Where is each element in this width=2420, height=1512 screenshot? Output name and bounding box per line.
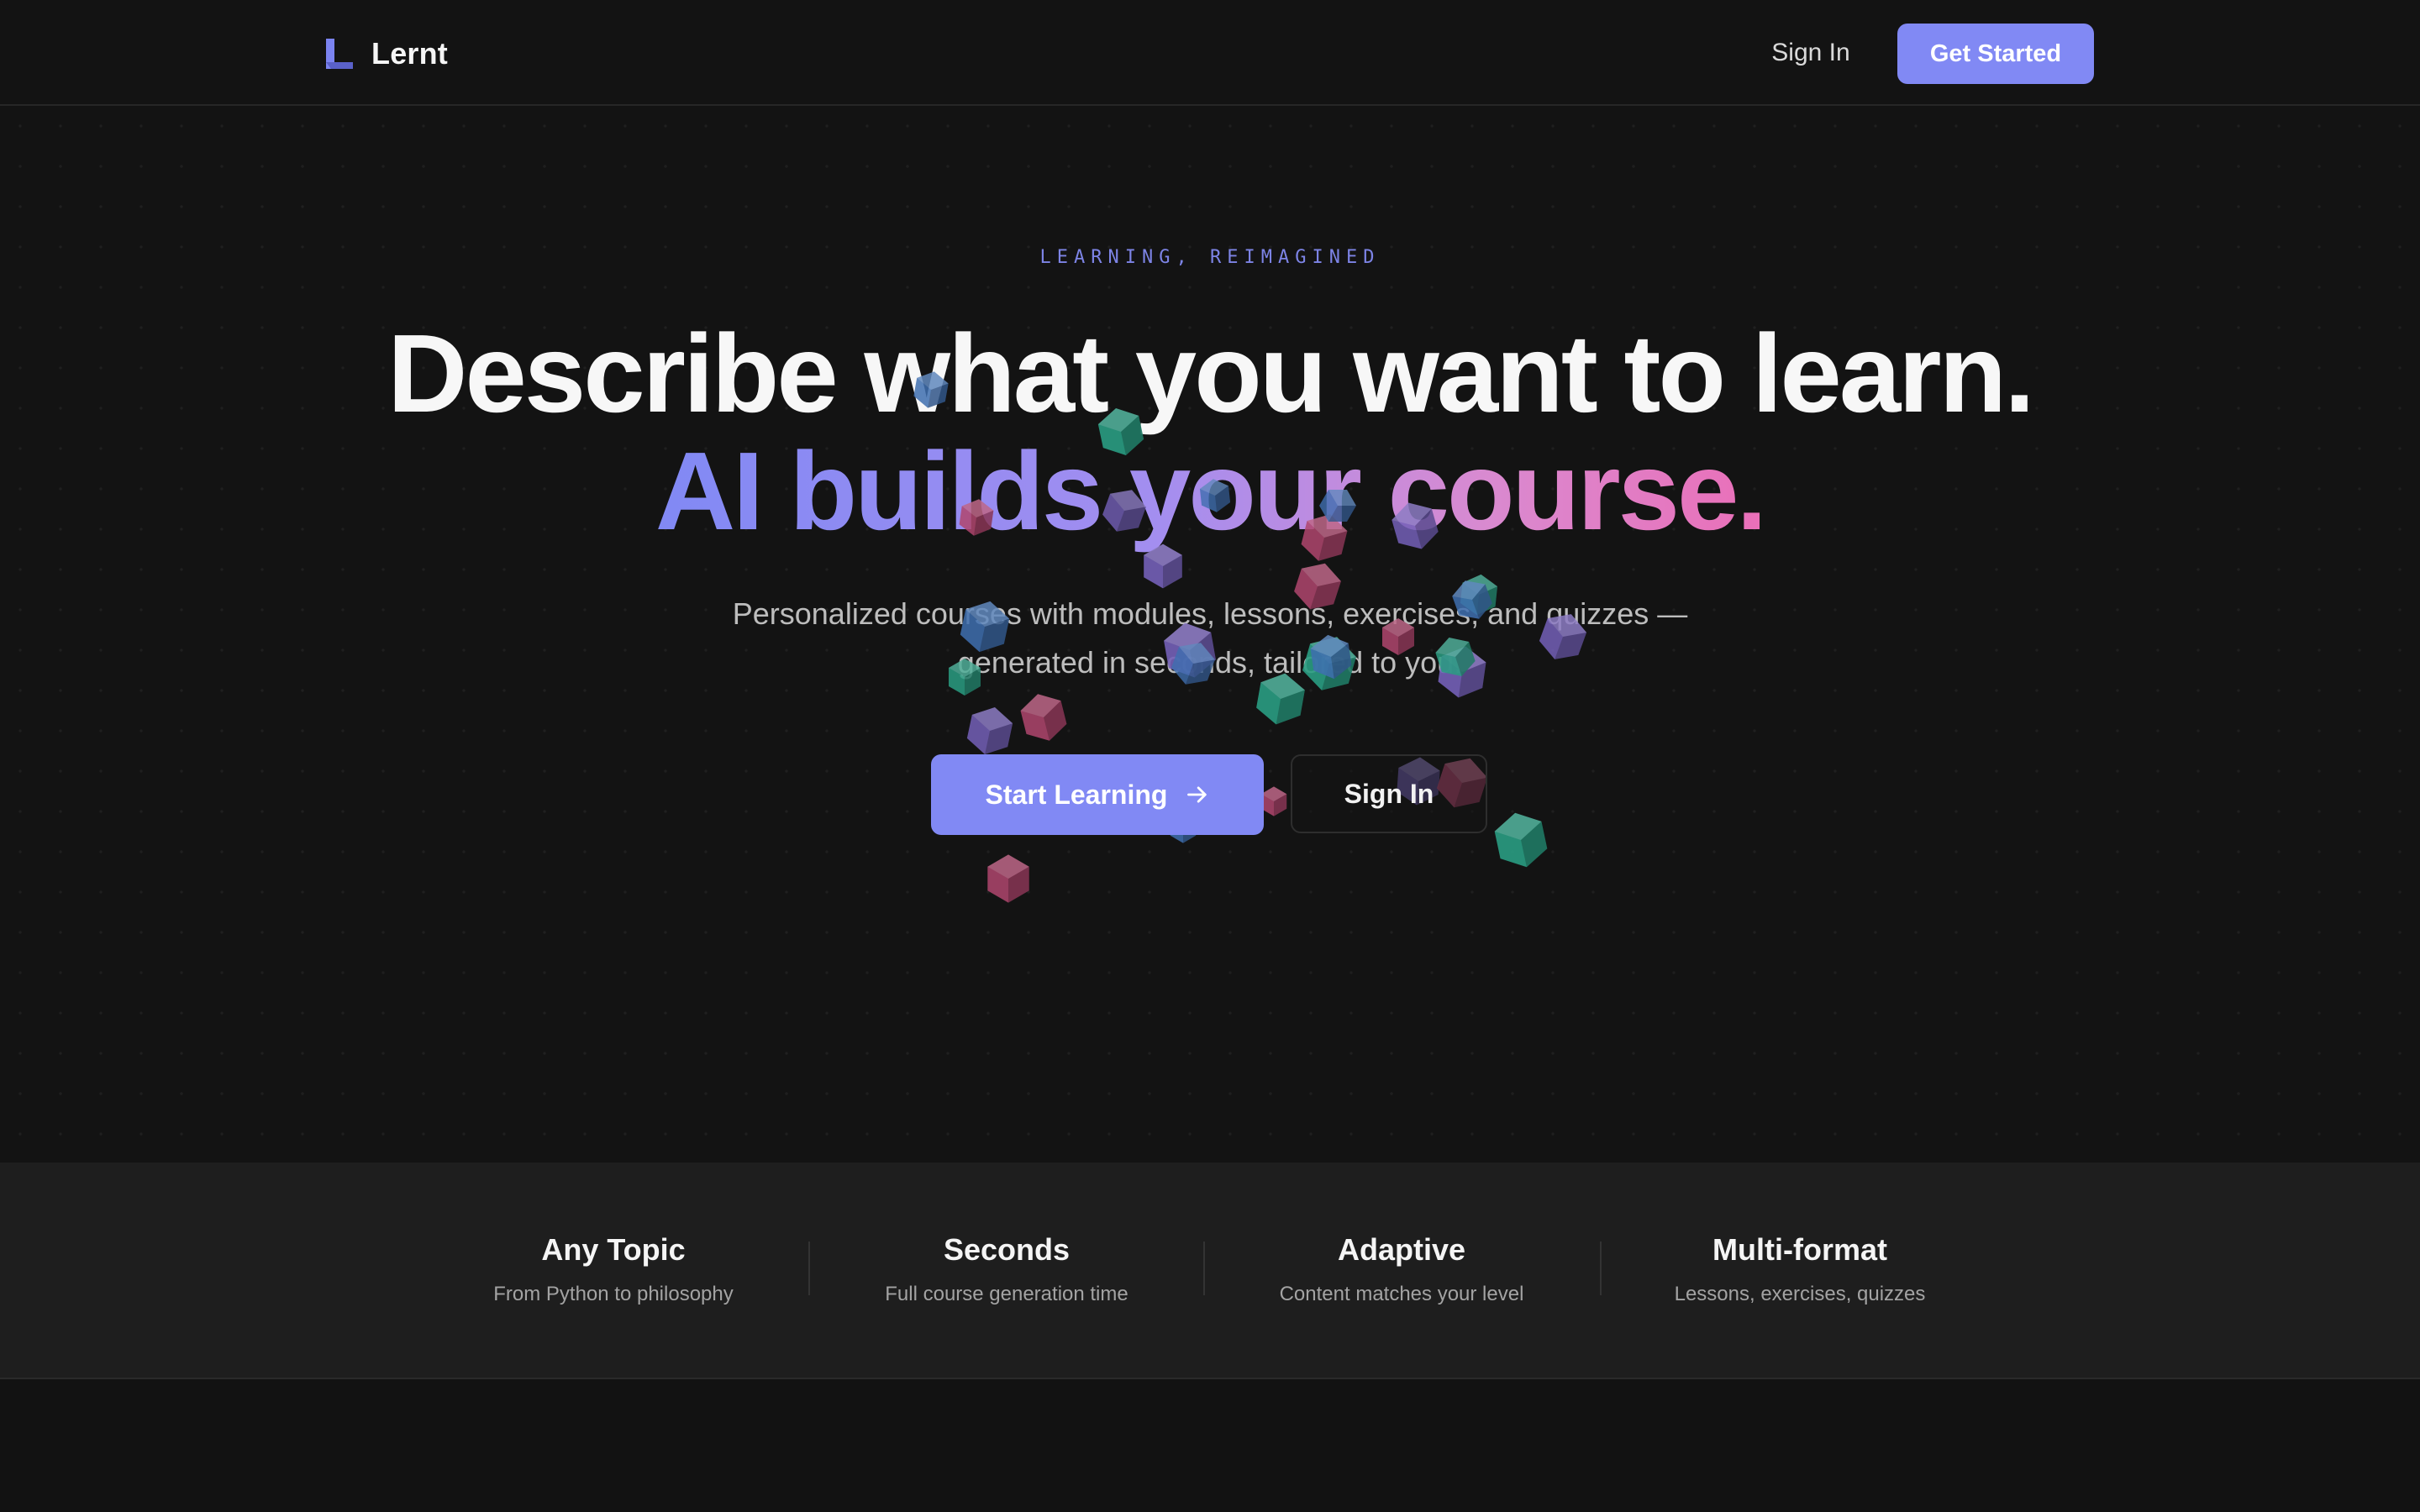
hero-subtitle-line2: generated in seconds, tailored to you. xyxy=(957,645,1463,680)
start-learning-button[interactable]: Start Learning xyxy=(931,754,1264,835)
floating-cube xyxy=(1018,689,1070,746)
floating-cube xyxy=(987,854,1029,903)
hero-headline-gradient: AI builds your course. xyxy=(0,428,2420,554)
stat-divider xyxy=(1600,1242,1602,1295)
get-started-button[interactable]: Get Started xyxy=(1897,24,2094,84)
hero-eyebrow: LEARNING, REIMAGINED xyxy=(1039,247,1381,268)
stat-description: Lessons, exercises, quizzes xyxy=(1674,1283,1926,1305)
stat-adaptive: Adaptive Content matches your level xyxy=(1225,1231,1578,1307)
hero-headline-primary: Describe what you want to learn. xyxy=(387,312,2035,435)
hero-sign-in-button[interactable]: Sign In xyxy=(1291,754,1487,833)
top-nav: Lernt Sign In Get Started xyxy=(0,0,2420,106)
floating-cube xyxy=(1491,807,1550,873)
stat-multi-format: Multi-format Lessons, exercises, quizzes xyxy=(1623,1231,1976,1307)
hero-headline-gradient-text: AI builds your course. xyxy=(655,429,1767,553)
arrow-right-icon xyxy=(1187,786,1207,803)
stat-title: Adaptive xyxy=(1337,1232,1466,1267)
stat-divider xyxy=(808,1242,810,1295)
stat-any-topic: Any Topic From Python to philosophy xyxy=(437,1231,790,1307)
lernt-logo-icon xyxy=(326,39,353,69)
brand-logo[interactable]: Lernt xyxy=(324,35,448,72)
stat-seconds: Seconds Full course generation time xyxy=(830,1231,1183,1307)
hero-subtitle-line1: Personalized courses with modules, lesso… xyxy=(732,596,1688,631)
hero-section: LEARNING, REIMAGINED Describe what you w… xyxy=(0,106,2420,1163)
start-learning-label: Start Learning xyxy=(985,779,1168,810)
stat-title: Multi-format xyxy=(1712,1232,1887,1267)
stat-description: Full course generation time xyxy=(885,1283,1128,1305)
stat-title: Seconds xyxy=(943,1232,1071,1267)
nav-sign-in-link[interactable]: Sign In xyxy=(1756,25,1865,81)
hero-subtitle: Personalized courses with modules, lesso… xyxy=(655,590,1765,687)
floating-cube xyxy=(1260,786,1287,816)
stat-description: Content matches your level xyxy=(1279,1283,1524,1305)
brand-name: Lernt xyxy=(371,36,448,71)
page-bottom-band xyxy=(0,1379,2420,1512)
stats-band: Any Topic From Python to philosophy Seco… xyxy=(0,1163,2420,1379)
stat-description: From Python to philosophy xyxy=(493,1283,734,1305)
stat-title: Any Topic xyxy=(541,1232,686,1267)
floating-cube xyxy=(964,702,1016,759)
stat-divider xyxy=(1203,1242,1205,1295)
